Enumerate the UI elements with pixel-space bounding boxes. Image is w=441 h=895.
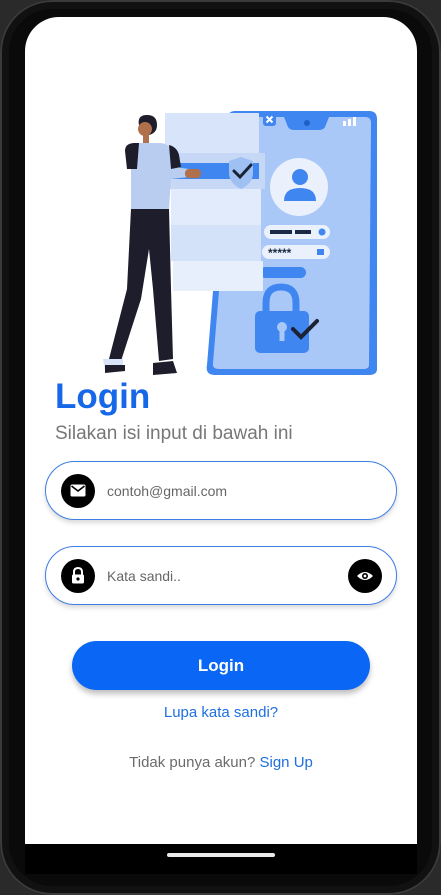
home-indicator[interactable] <box>167 853 275 857</box>
lock-icon <box>61 558 95 593</box>
page-title: Login <box>55 377 151 416</box>
signup-prompt: Tidak punya akun? <box>129 754 256 771</box>
email-input[interactable] <box>105 481 396 500</box>
eye-icon[interactable] <box>348 558 382 593</box>
signup-link[interactable]: Sign Up <box>260 754 313 771</box>
email-field[interactable] <box>45 461 397 520</box>
password-input[interactable] <box>105 566 348 585</box>
navigation-bar <box>25 844 417 874</box>
illustration-password-mask: ***** <box>268 246 292 260</box>
security-illustration: ***** <box>103 111 377 375</box>
login-button[interactable]: Login <box>72 641 370 690</box>
forgot-password-link[interactable]: Lupa kata sandi? <box>25 704 417 721</box>
login-screen: ***** Login Silakan isi input di bawah i… <box>25 17 417 844</box>
signup-row: Tidak punya akun? Sign Up <box>25 754 417 771</box>
page-subtitle: Silakan isi input di bawah ini <box>55 423 293 444</box>
password-field[interactable] <box>45 546 397 605</box>
mail-icon <box>61 473 95 508</box>
